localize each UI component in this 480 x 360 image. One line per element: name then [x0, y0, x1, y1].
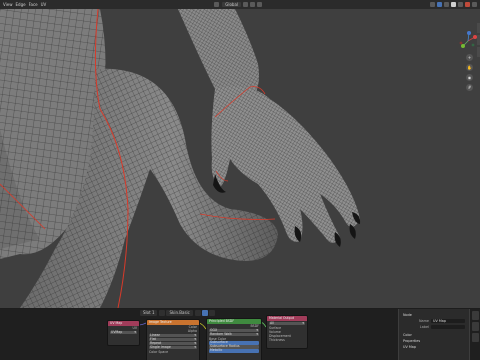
tab-node[interactable]: [471, 311, 479, 320]
source-dropdown[interactable]: Single Image ▾: [149, 345, 197, 349]
tab-tool[interactable]: [471, 322, 479, 331]
camera-icon[interactable]: ◉: [466, 74, 473, 81]
hand-icon[interactable]: ✋: [466, 64, 473, 71]
tab-view[interactable]: [471, 333, 479, 342]
interpolation-dropdown[interactable]: Linear ▾: [149, 333, 197, 337]
menu-uv[interactable]: UV: [41, 2, 47, 7]
node-name-field[interactable]: UV Map: [431, 318, 465, 324]
node-image-texture[interactable]: Image Texture Color Alpha Linear ▾ Flat ▾ …: [146, 319, 200, 360]
pivot-icon[interactable]: [243, 2, 249, 7]
node-label-field[interactable]: [431, 324, 465, 330]
shading-options-icon[interactable]: [472, 2, 477, 7]
menu-view[interactable]: View: [3, 2, 13, 7]
3d-viewport[interactable]: + ✋ ◉ #: [0, 9, 480, 308]
shader-editor[interactable]: Slot 1 Skin.Basic UV Map UV UVMap ▾ Image…: [0, 309, 398, 360]
snap-icon[interactable]: [250, 2, 256, 7]
material-shading-icon[interactable]: [458, 2, 463, 7]
axis-gizmo[interactable]: [458, 31, 478, 51]
node-editor-sidebar-tabs: [470, 309, 480, 360]
grid-icon[interactable]: #: [466, 84, 473, 91]
rendered-shading-icon[interactable]: [465, 2, 470, 7]
subsurface-method-dropdown[interactable]: Random Walk ▾: [209, 332, 259, 336]
section-node-label[interactable]: Node: [403, 313, 412, 317]
mesh-render: [0, 9, 361, 308]
menu-face[interactable]: Face: [29, 2, 38, 7]
section-properties-label[interactable]: Properties: [403, 339, 420, 343]
transform-orientation-dropdown[interactable]: Global: [222, 2, 242, 7]
solid-shading-icon[interactable]: [451, 2, 456, 7]
node-principled-bsdf[interactable]: Principled BSDF BSDF GGX ▾ Random Walk ▾ B…: [206, 318, 262, 360]
metallic-slider[interactable]: Metallic: [209, 348, 259, 353]
overlay-icon[interactable]: [437, 2, 442, 7]
zoom-icon[interactable]: +: [466, 54, 473, 61]
viewport-header: View Edge Face UV Global: [0, 0, 480, 9]
node-material-output[interactable]: Material Output All ▾ Surface Volume Disp…: [266, 315, 308, 349]
xray-icon[interactable]: [444, 2, 449, 7]
visibility-icon[interactable]: [430, 2, 435, 7]
node-properties-panel: Node Name UV Map Label Color Properties …: [399, 309, 469, 360]
proportional-edit-icon[interactable]: [257, 2, 263, 7]
transform-orientation-icon[interactable]: [214, 2, 220, 7]
menu-edge[interactable]: Edge: [16, 2, 26, 7]
section-color-label[interactable]: Color: [403, 333, 412, 337]
uv-map-property-label[interactable]: UV Map: [403, 345, 416, 349]
target-dropdown[interactable]: All ▾: [269, 321, 305, 325]
uvmap-field[interactable]: UVMap ▾: [110, 330, 137, 334]
node-uv-map[interactable]: UV Map UV UVMap ▾: [107, 320, 140, 346]
